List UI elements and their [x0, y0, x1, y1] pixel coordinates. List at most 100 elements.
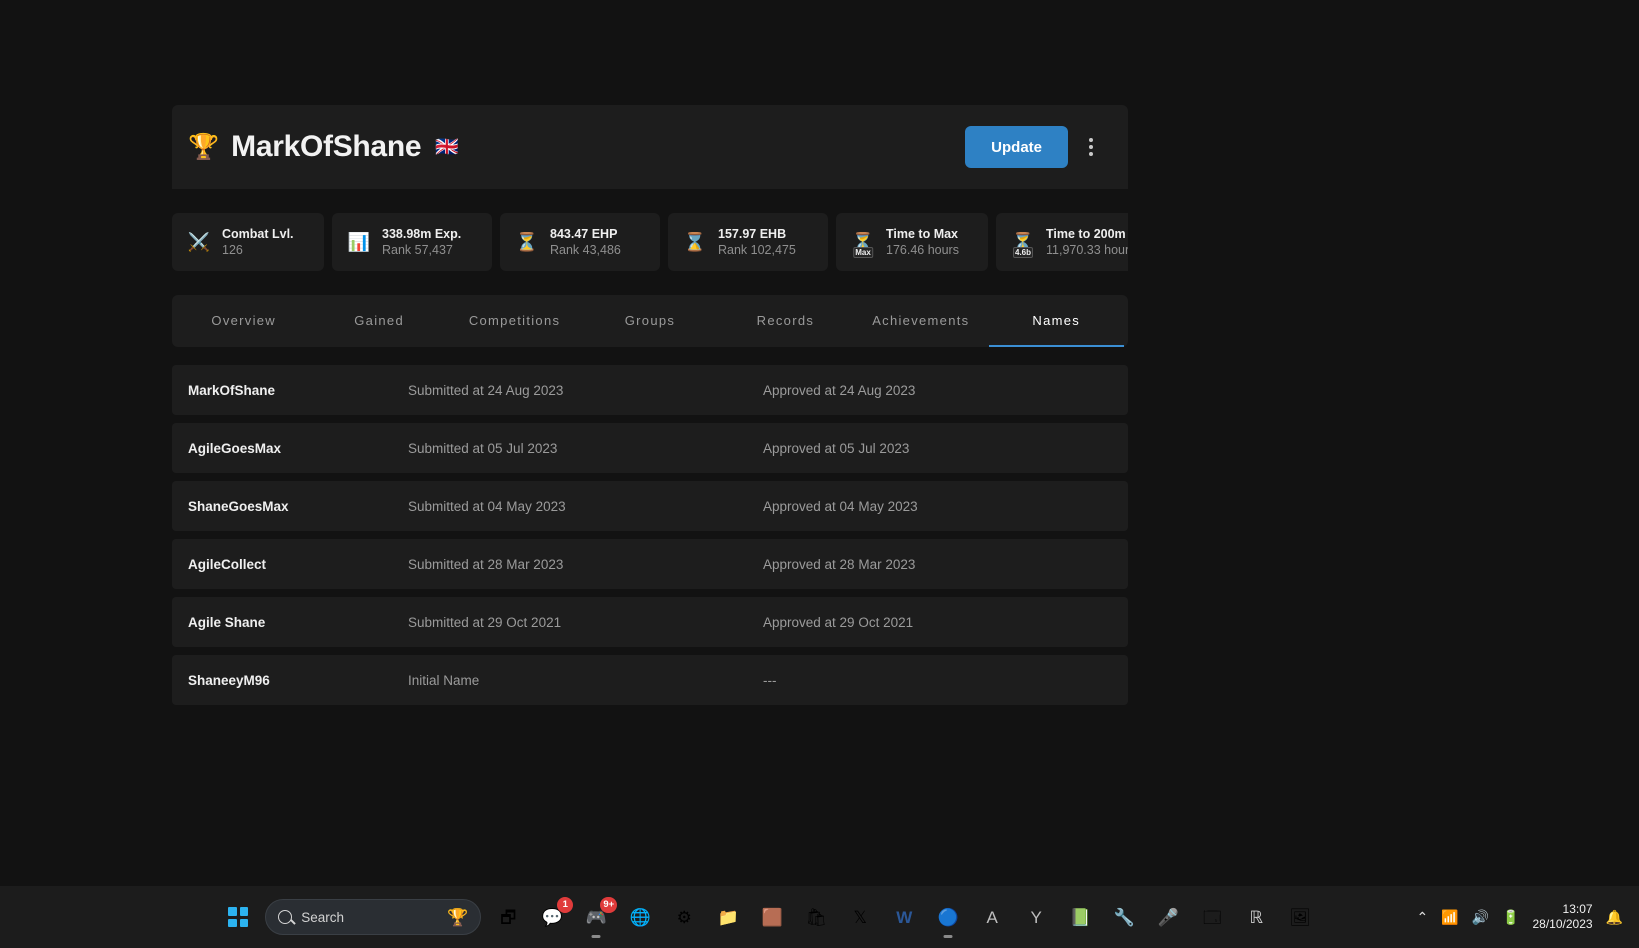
table-row[interactable]: ShaneGoesMax Submitted at 04 May 2023 Ap…	[172, 481, 1128, 531]
clock-date: 28/10/2023	[1532, 917, 1593, 931]
battery-icon[interactable]: 🔋	[1502, 910, 1519, 924]
taskbar-app-teams[interactable]: 💬 1	[535, 897, 574, 934]
table-row[interactable]: MarkOfShane Submitted at 24 Aug 2023 App…	[172, 365, 1128, 415]
name-cell: AgileCollect	[188, 556, 267, 572]
stat-icon-label: 4.6b	[1012, 247, 1034, 258]
stat-card-combat-level[interactable]: ⚔️ Combat Lvl. 126	[172, 213, 324, 271]
taskbar-app-yahoo[interactable]: Y	[1019, 900, 1053, 934]
submitted-cell: Submitted at 29 Oct 2021	[408, 614, 562, 630]
taskbar-app-xampp[interactable]: 𝕏	[843, 900, 877, 934]
approved-cell: Approved at 05 Jul 2023	[763, 440, 910, 456]
notification-bell-icon[interactable]: 🔔	[1606, 910, 1623, 924]
stat-value: Rank 57,437	[382, 243, 453, 257]
tab-gained[interactable]: Gained	[311, 295, 446, 347]
search-input[interactable]: Search 🏆	[265, 899, 482, 935]
submitted-cell: Submitted at 05 Jul 2023	[408, 440, 558, 456]
table-row[interactable]: AgileCollect Submitted at 28 Mar 2023 Ap…	[172, 539, 1128, 589]
taskbar-app-window[interactable]: 🗔	[1195, 900, 1229, 934]
taskbar-app-task-view[interactable]: 🗗	[491, 900, 525, 934]
taskbar-app-edge[interactable]: 🔵	[931, 900, 965, 938]
taskbar-app-settings[interactable]: ⚙	[667, 900, 701, 934]
stat-card-ehp[interactable]: ⏳ 843.47 EHP Rank 43,486	[500, 213, 660, 271]
tab-competitions[interactable]: Competitions	[447, 295, 582, 347]
crossed-swords-icon: ⚔️	[187, 232, 211, 252]
approved-cell: Approved at 28 Mar 2023	[763, 556, 916, 572]
clock[interactable]: 13:07 28/10/2023	[1532, 902, 1592, 932]
taskbar: Search 🏆 🗗 💬 1 🎮 9+ 🌐 ⚙ 📁 🟫 🛍 𝕏 W 🔵 A Y 📗 …	[0, 886, 1639, 948]
tab-bar: Overview Gained Competitions Groups Reco…	[172, 295, 1128, 347]
submitted-cell: Initial Name	[408, 672, 480, 688]
trophy-football-icon: 🏆	[447, 907, 469, 927]
tab-overview[interactable]: Overview	[176, 295, 311, 347]
taskbar-app-audio-tool[interactable]: 🎤	[1151, 900, 1185, 934]
player-title-group: 🏆 MarkOfShane 🇬🇧	[188, 130, 459, 164]
stat-value: 11,970.33 hours	[1046, 243, 1128, 257]
name-cell: ShaneGoesMax	[188, 498, 289, 514]
taskbar-app-word[interactable]: W	[887, 900, 921, 934]
tab-names[interactable]: Names	[988, 295, 1124, 347]
name-cell: Agile Shane	[188, 614, 266, 630]
names-list: MarkOfShane Submitted at 24 Aug 2023 App…	[172, 365, 1128, 705]
search-icon	[278, 910, 293, 924]
kebab-menu-icon[interactable]	[1078, 130, 1104, 164]
wifi-icon[interactable]: 📶	[1441, 910, 1458, 924]
submitted-cell: Submitted at 04 May 2023	[408, 498, 566, 514]
tab-groups[interactable]: Groups	[582, 295, 717, 347]
stats-row: ⚔️ Combat Lvl. 126 📊 338.98m Exp. Rank 5…	[172, 213, 1128, 271]
badge-count: 9+	[600, 897, 618, 913]
bar-chart-icon: 📊	[347, 232, 371, 252]
taskbar-app-discord[interactable]: 🎮 9+	[579, 897, 618, 938]
stat-card-ehb[interactable]: ⌛ 157.97 EHB Rank 102,475	[668, 213, 828, 271]
taskbar-app-excel[interactable]: 📗	[1063, 900, 1097, 934]
update-button[interactable]: Update	[965, 126, 1068, 168]
taskbar-app-photos[interactable]: 🖼	[1283, 900, 1317, 934]
chevron-up-icon[interactable]: ⌃	[1416, 910, 1428, 924]
speaker-icon[interactable]: 🔊	[1472, 910, 1489, 924]
table-row[interactable]: Agile Shane Submitted at 29 Oct 2021 App…	[172, 597, 1128, 647]
taskbar-app-rl-tool[interactable]: ℝ	[1239, 900, 1273, 934]
taskbar-app-microsoft-store[interactable]: 🛍	[799, 900, 833, 934]
hourglass-200m-icon: ⏳ 4.6b	[1011, 232, 1035, 258]
tab-records[interactable]: Records	[718, 295, 853, 347]
active-indicator	[943, 935, 953, 938]
stat-title: Time to Max	[886, 227, 959, 241]
name-cell: MarkOfShane	[188, 382, 276, 398]
stat-card-time-to-200m-all[interactable]: ⏳4.6b Time to 200m all 11,970.33 hours	[996, 213, 1128, 271]
stat-title: 157.97 EHB	[718, 227, 787, 241]
clock-time: 13:07	[1562, 902, 1593, 916]
taskbar-app-dev-tool[interactable]: 🔧	[1107, 900, 1141, 934]
kebab-dot	[1089, 145, 1093, 149]
stat-title: Time to 200m all	[1046, 227, 1128, 241]
kebab-dot	[1089, 138, 1093, 142]
approved-cell: Approved at 24 Aug 2023	[763, 382, 916, 398]
stat-card-time-to-max[interactable]: ⏳ Max Time to Max 176.46 hours	[836, 213, 988, 271]
page-title: MarkOfShane	[231, 130, 422, 163]
tab-achievements[interactable]: Achievements	[853, 295, 988, 347]
name-cell: ShaneeyM96	[188, 672, 270, 688]
taskbar-app-chrome[interactable]: 🌐	[623, 900, 657, 934]
stat-title: 338.98m Exp.	[382, 227, 462, 241]
taskbar-app-file-explorer[interactable]: 📁	[711, 900, 745, 934]
stat-title: Combat Lvl.	[222, 227, 294, 241]
table-row[interactable]: AgileGoesMax Submitted at 05 Jul 2023 Ap…	[172, 423, 1128, 473]
taskbar-app-minecraft[interactable]: 🟫	[755, 900, 789, 934]
stat-value: 176.46 hours	[886, 243, 959, 257]
trophy-icon: 🏆	[188, 132, 220, 161]
profile-page: 🏆 MarkOfShane 🇬🇧 Update ⚔️ Combat Lvl. 1…	[172, 105, 1128, 705]
search-placeholder: Search	[301, 909, 344, 925]
taskbar-apps: Search 🏆 🗗 💬 1 🎮 9+ 🌐 ⚙ 📁 🟫 🛍 𝕏 W 🔵 A Y 📗 …	[221, 897, 1317, 938]
table-row[interactable]: ShaneeyM96 Initial Name ---	[172, 655, 1128, 705]
stat-value: 126	[222, 243, 243, 257]
kebab-dot	[1089, 152, 1093, 156]
approved-cell: Approved at 04 May 2023	[763, 498, 918, 514]
stat-card-experience[interactable]: 📊 338.98m Exp. Rank 57,437	[332, 213, 492, 271]
windows-start-icon[interactable]	[221, 900, 255, 934]
hourglass-green-icon: ⏳	[515, 232, 539, 252]
approved-cell: Approved at 29 Oct 2021	[763, 614, 914, 630]
header-actions: Update	[965, 126, 1104, 168]
name-cell: AgileGoesMax	[188, 440, 282, 456]
stat-value: Rank 43,486	[550, 243, 621, 257]
flag-uk-icon: 🇬🇧	[435, 136, 459, 158]
submitted-cell: Submitted at 28 Mar 2023	[408, 556, 564, 572]
taskbar-app-acrobat[interactable]: A	[975, 900, 1009, 934]
